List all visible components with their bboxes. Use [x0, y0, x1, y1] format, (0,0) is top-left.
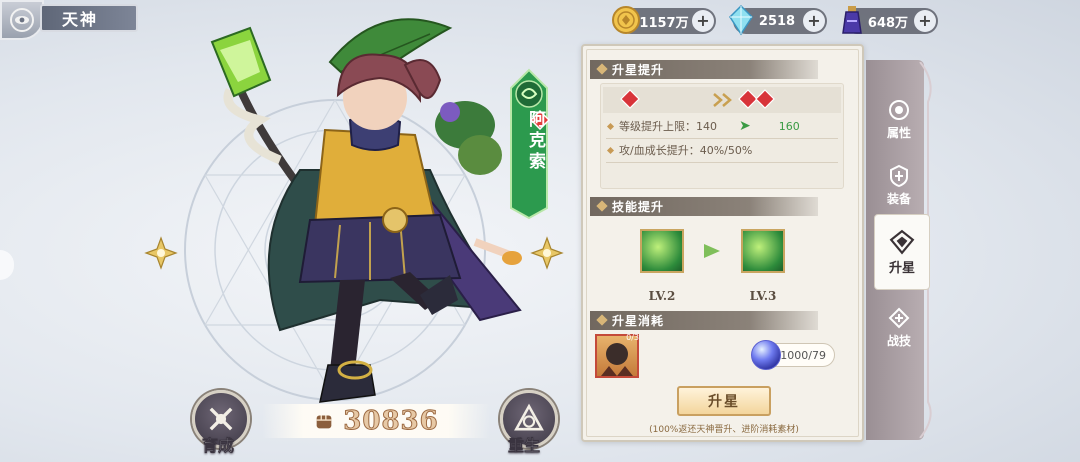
double-ruby-star-icon — [738, 89, 775, 109]
level-cap-label: 等级提升上限：140 — [619, 120, 717, 133]
skill-arrow-icon — [704, 244, 720, 258]
cost-section-header: 升星消耗 — [590, 311, 818, 330]
page-title: 天神 — [40, 4, 138, 32]
attribute-icon — [889, 99, 909, 120]
skill-up-section-header: 技能提升 — [590, 197, 818, 216]
fist-icon — [316, 415, 332, 429]
level-cap-row: 等级提升上限：140 ➤ 160 — [603, 116, 841, 136]
divider — [606, 162, 838, 163]
hero-portrait — [210, 18, 522, 403]
potion-bottle-icon — [842, 6, 862, 34]
growth-label: 攻/血成长提升：40%/50% — [619, 144, 753, 157]
equipment-icon — [890, 164, 908, 187]
double-arrow-icon — [713, 93, 732, 107]
add-gold-button[interactable]: + — [692, 10, 714, 32]
ruby-star-icon — [620, 89, 640, 109]
currency-gold: 1157万 + — [612, 6, 716, 34]
skill-icon-before[interactable] — [640, 229, 684, 273]
add-potion-button[interactable]: + — [914, 10, 936, 32]
orb-count: 1000/79 — [780, 348, 826, 362]
skill-icon-after[interactable] — [741, 229, 785, 273]
tab-attributes[interactable]: 属性 — [874, 82, 924, 156]
refund-hint: (100%返还天神晋升、进阶消耗素材) — [649, 425, 799, 435]
crossed-swords-icon — [209, 407, 233, 431]
cost-item-badge: 0/3 — [626, 333, 639, 342]
bullet-icon — [606, 122, 615, 130]
tab-star-up-label: 升星 — [888, 260, 915, 276]
eye-emblem-icon — [10, 8, 34, 32]
tab-equipment[interactable]: 装备 — [874, 148, 924, 222]
tab-attributes-label: 属性 — [886, 125, 911, 140]
battle-skill-icon — [888, 307, 910, 328]
combat-power-value: 30836 — [343, 406, 439, 437]
skill-level-before: LV.2 — [648, 289, 676, 303]
tab-star-up[interactable]: 升星 — [874, 214, 930, 290]
cultivate-label: 育成 — [202, 436, 235, 456]
rebirth-label: 重生 — [508, 436, 541, 456]
tab-battle-skill-label: 战技 — [886, 333, 911, 348]
gold-coin-icon — [612, 6, 640, 34]
left-edge-handle[interactable] — [0, 250, 14, 280]
combat-power-bar: 30836 — [262, 404, 490, 438]
star-up-button[interactable]: 升星 — [677, 386, 771, 416]
currency-potion: 648万 + — [842, 6, 938, 34]
star-up-section-header: 升星提升 — [590, 60, 818, 79]
back-button[interactable] — [0, 0, 44, 40]
star-up-icon — [889, 229, 915, 255]
hero-name: 阿克索 — [525, 110, 545, 173]
growth-row: 攻/血成长提升：40%/50% — [603, 140, 841, 160]
add-crystal-button[interactable]: + — [803, 10, 825, 32]
bullet-icon — [606, 146, 615, 154]
divider — [606, 138, 838, 139]
level-cap-new-value: 160 — [778, 119, 800, 133]
tab-equipment-label: 装备 — [886, 191, 911, 206]
star-orb-icon — [751, 340, 781, 370]
tab-battle-skill[interactable]: 战技 — [874, 290, 924, 364]
blue-crystal-icon — [729, 4, 753, 36]
green-arrow-icon: ➤ — [739, 118, 751, 134]
triangle-sigil-icon — [514, 403, 544, 431]
currency-crystal: 2518 + — [729, 4, 827, 36]
skill-level-after: LV.3 — [749, 289, 777, 303]
